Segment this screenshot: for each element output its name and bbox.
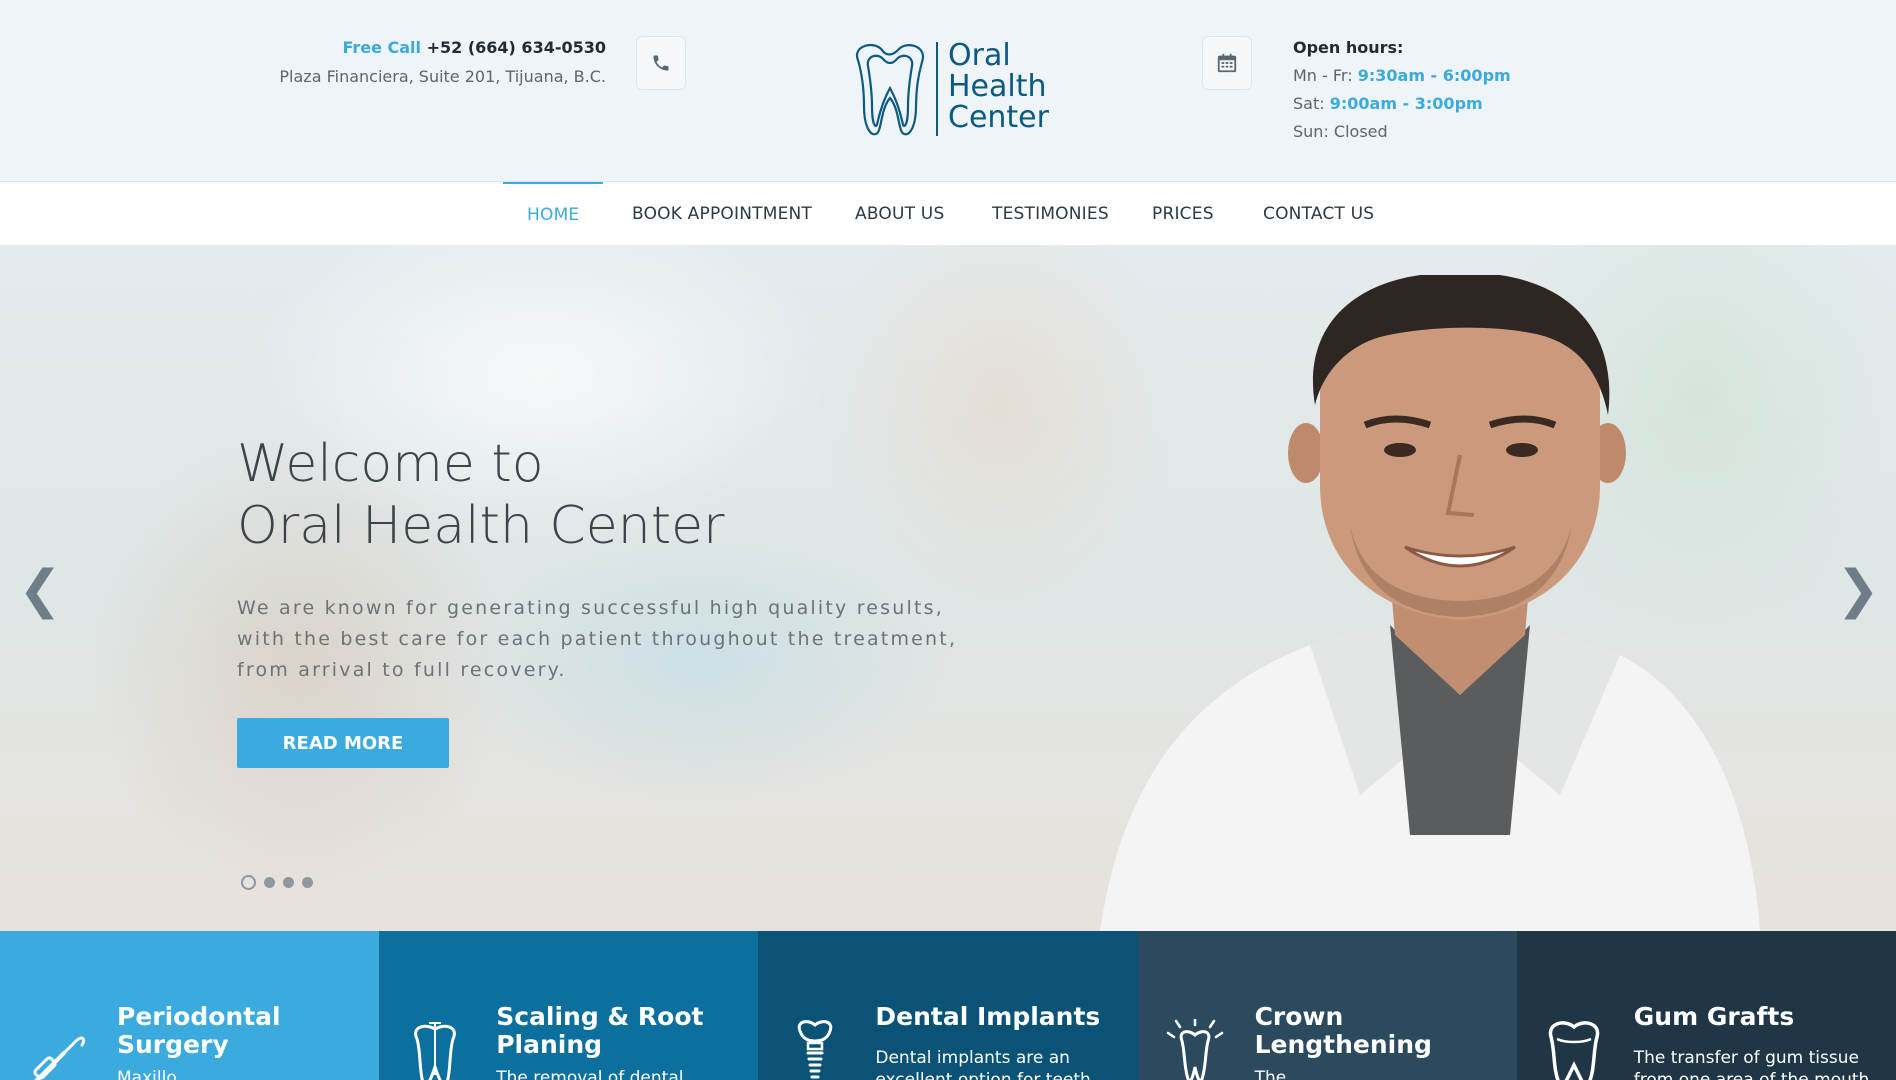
contact-info: Free Call +52 (664) 634-0530 Plaza Finan… — [279, 38, 606, 86]
address: Plaza Financiera, Suite 201, Tijuana, B.… — [279, 67, 606, 86]
hero-title-line-1: Welcome to — [237, 434, 544, 494]
service-text: The ... — [1254, 1068, 1308, 1080]
service-text: The transfer of gum tissue from one area… — [1633, 1048, 1870, 1080]
free-call-label: Free Call — [342, 38, 422, 57]
phone-line[interactable]: Free Call +52 (664) 634-0530 — [279, 38, 606, 57]
service-title: Dental Implants — [875, 1003, 1100, 1031]
main-nav: HOME BOOK APPOINTMENT ABOUT US TESTIMONI… — [0, 182, 1896, 245]
service-title-line-1: Scaling & Root — [496, 1002, 704, 1031]
read-more-button[interactable]: READ MORE — [237, 718, 449, 768]
logo-line-3: Center — [948, 100, 1049, 135]
saturday-label: Sat: — [1293, 94, 1325, 113]
weekday-time: 9:30am - 6:00pm — [1357, 66, 1511, 85]
hours-sunday: Sun: Closed — [1293, 122, 1388, 141]
service-title-line-1: Periodontal — [117, 1002, 281, 1031]
service-title-line-2: Surgery — [117, 1030, 229, 1059]
nav-item-book-appointment[interactable]: BOOK APPOINTMENT — [632, 182, 812, 245]
service-title-line-2: Lengthening — [1254, 1030, 1432, 1059]
service-crown-lengthening[interactable]: Crown Lengthening The ... — [1137, 931, 1517, 1080]
prev-slide-arrow-icon[interactable]: ❮ — [18, 560, 62, 620]
slider-dot-2[interactable] — [264, 877, 275, 888]
service-periodontal-surgery[interactable]: Periodontal Surgery Maxillo ... — [0, 931, 380, 1080]
phone-icon — [636, 36, 686, 90]
service-title: Crown Lengthening — [1255, 1003, 1432, 1059]
hero-title: Welcome to Oral Health Center — [237, 433, 724, 557]
hero-title-line-2: Oral Health Center — [237, 496, 725, 556]
hours-saturday: Sat: 9:00am - 3:00pm — [1293, 94, 1511, 113]
weekday-label: Mn - Fr: — [1293, 66, 1353, 85]
phone-number[interactable]: +52 (664) 634-0530 — [427, 38, 606, 57]
service-title: Periodontal Surgery — [117, 1003, 281, 1059]
saturday-time: 9:00am - 3:00pm — [1329, 94, 1483, 113]
hours-title: Open hours: — [1293, 38, 1404, 57]
service-title-line-1: Crown — [1254, 1002, 1344, 1031]
service-title-line-1: Dental Implants — [875, 1002, 1101, 1031]
slider-dot-3[interactable] — [283, 877, 294, 888]
nav-item-testimonies[interactable]: TESTIMONIES — [992, 182, 1109, 245]
shining-tooth-icon — [1166, 1019, 1223, 1080]
logo-text: Oral Health Center — [948, 40, 1049, 133]
logo-divider — [936, 42, 938, 136]
service-text: Dental implants are an excellent option … — [875, 1048, 1091, 1080]
nav-item-contact-us[interactable]: CONTACT US — [1263, 182, 1374, 245]
slider-dot-1[interactable] — [241, 875, 256, 890]
open-hours: Open hours: Mn - Fr: 9:30am - 6:00pm Sat… — [1293, 38, 1511, 141]
doctor-photo — [1100, 275, 1760, 931]
tooth-logo-icon — [855, 43, 925, 136]
tooth-icon — [1548, 1021, 1600, 1080]
service-dental-implants[interactable]: Dental Implants Dental implants are an e… — [758, 931, 1138, 1080]
nav-item-about-us[interactable]: ABOUT US — [855, 182, 944, 245]
hero-description: We are known for generating successful h… — [237, 597, 958, 681]
logo-line-2: Health — [948, 69, 1047, 104]
services-strip: Periodontal Surgery Maxillo ... Scaling … — [0, 931, 1896, 1080]
service-title: Scaling & Root Planing — [496, 1003, 703, 1059]
calendar-icon — [1202, 36, 1252, 90]
logo-line-1: Oral — [948, 38, 1011, 73]
tooth-root-icon — [414, 1022, 457, 1080]
hero-slider: Welcome to Oral Health Center We are kno… — [0, 245, 1896, 931]
nav-item-home[interactable]: HOME — [503, 182, 604, 245]
service-text: Maxillo ... — [117, 1068, 199, 1080]
oral-health-center-logo[interactable]: Oral Health Center — [848, 40, 1058, 140]
service-text: The removal of dental ... — [496, 1068, 706, 1080]
slider-dot-4[interactable] — [302, 877, 313, 888]
dental-tool-icon — [33, 1036, 86, 1080]
calendar-glyph — [1217, 53, 1237, 73]
next-slide-arrow-icon[interactable]: ❯ — [1836, 560, 1880, 620]
implant-icon — [798, 1020, 833, 1079]
slider-dots — [241, 875, 313, 890]
service-title: Gum Grafts — [1634, 1003, 1795, 1031]
hours-weekday: Mn - Fr: 9:30am - 6:00pm — [1293, 66, 1511, 85]
service-title-line-2: Planing — [496, 1030, 603, 1059]
phone-glyph — [653, 55, 669, 71]
service-gum-grafts[interactable]: Gum Grafts The transfer of gum tissue fr… — [1516, 931, 1896, 1080]
top-header: Free Call +52 (664) 634-0530 Plaza Finan… — [0, 0, 1896, 182]
nav-item-prices[interactable]: PRICES — [1152, 182, 1214, 245]
service-title-line-1: Gum Grafts — [1633, 1002, 1795, 1031]
service-scaling-root-planing[interactable]: Scaling & Root Planing The removal of de… — [379, 931, 759, 1080]
